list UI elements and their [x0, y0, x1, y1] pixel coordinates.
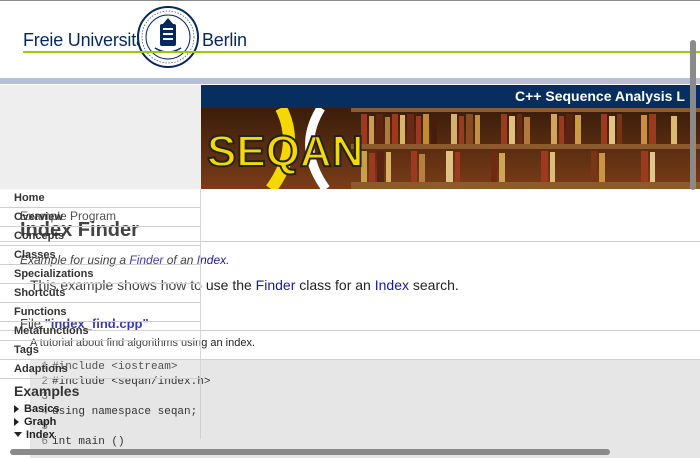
index-link[interactable]: Index	[197, 253, 226, 267]
nav-example-label: Graph	[24, 416, 57, 428]
description-text: search.	[408, 277, 459, 293]
nav-item-specializations[interactable]: Specializations	[0, 265, 201, 284]
nav-item-adaptions[interactable]: Adaptions	[0, 360, 201, 379]
university-name-left: Freie Universität	[23, 30, 151, 50]
library-title-bar: C++ Sequence Analysis L	[201, 85, 700, 108]
university-seal-icon	[137, 6, 199, 68]
nav-example-index[interactable]: Index	[14, 429, 55, 441]
expand-arrow-icon[interactable]	[14, 405, 19, 413]
nav-item-overview[interactable]: Overview	[0, 208, 201, 227]
nav-section-examples: Examples	[14, 383, 80, 399]
nav-item-tags[interactable]: Tags	[0, 341, 201, 360]
banner-left-panel	[0, 85, 201, 189]
nav-item-metafunctions[interactable]: Metafunctions	[0, 322, 201, 341]
bookshelf-banner-image: SEQAN	[201, 108, 700, 189]
seqan-banner: SEQAN	[201, 108, 700, 189]
expand-arrow-icon[interactable]	[14, 418, 19, 426]
horizontal-scrollbar[interactable]	[10, 449, 610, 455]
left-navigation: Home Overview Concepts Classes Specializ…	[0, 189, 201, 458]
vertical-scrollbar[interactable]	[690, 40, 696, 190]
university-header: Freie Universität Berlin	[0, 1, 700, 77]
page: Freie Universität Berlin C++ Sequence An…	[0, 0, 700, 458]
nav-example-label: Basics	[24, 403, 60, 415]
seqan-logo-text: SEQAN	[207, 127, 363, 176]
description-text: class for an	[295, 277, 375, 293]
nav-example-basics[interactable]: Basics	[14, 403, 59, 415]
nav-item-functions[interactable]: Functions	[0, 303, 201, 322]
nav-example-label: Index	[26, 429, 55, 441]
subtitle-text: .	[226, 253, 230, 267]
nav-item-concepts[interactable]: Concepts	[0, 227, 201, 246]
header-divider	[0, 78, 700, 84]
nav-item-classes[interactable]: Classes	[0, 246, 201, 265]
university-name-right: Berlin	[202, 30, 247, 50]
nav-example-graph[interactable]: Graph	[14, 416, 56, 428]
header-accent-line	[23, 51, 700, 53]
nav-item-shortcuts[interactable]: Shortcuts	[0, 284, 201, 303]
nav-item-home[interactable]: Home	[0, 189, 201, 208]
index-class-link[interactable]: Index	[375, 277, 409, 293]
collapse-arrow-icon[interactable]	[14, 432, 22, 437]
finder-class-link[interactable]: Finder	[256, 277, 296, 293]
